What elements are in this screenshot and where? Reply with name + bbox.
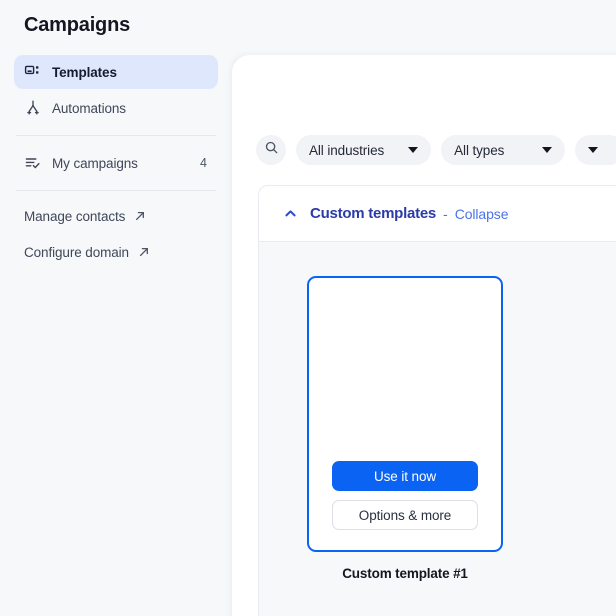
sidebar-item-my-campaigns[interactable]: My campaigns 4 — [14, 146, 218, 180]
filter-all-types[interactable]: All types — [441, 135, 566, 165]
chevron-down-icon — [542, 147, 553, 153]
filter-bar: All industries All types — [256, 135, 616, 165]
template-preview-card[interactable]: Use it now Options & more — [307, 276, 503, 552]
sidebar-item-label: Automations — [52, 100, 126, 116]
sidebar: Templates Automations My campaigns 4 Man… — [0, 55, 232, 616]
filter-third[interactable] — [575, 135, 616, 165]
chevron-down-icon — [588, 147, 599, 153]
sidebar-link-label: Configure domain — [24, 244, 129, 260]
sidebar-item-label: Templates — [52, 64, 117, 80]
use-it-now-button[interactable]: Use it now — [332, 461, 478, 491]
search-icon — [264, 140, 279, 160]
sidebar-link-label: Manage contacts — [24, 208, 126, 224]
list-check-icon — [24, 154, 42, 172]
template-item: Use it now Options & more Custom templat… — [307, 276, 503, 581]
chevron-up-icon[interactable] — [283, 206, 298, 221]
section-header: Custom templates - Collapse — [259, 186, 616, 242]
collapse-link[interactable]: Collapse — [455, 206, 509, 222]
options-and-more-button[interactable]: Options & more — [332, 500, 478, 530]
layout-template-icon — [24, 63, 42, 81]
search-button[interactable] — [256, 135, 286, 165]
custom-templates-section: Custom templates - Collapse Use it now O… — [258, 185, 616, 616]
filter-all-industries[interactable]: All industries — [296, 135, 432, 165]
chevron-down-icon — [408, 147, 419, 153]
template-actions: Use it now Options & more — [309, 461, 501, 530]
sidebar-link-configure-domain[interactable]: Configure domain — [14, 237, 218, 267]
sidebar-item-templates[interactable]: Templates — [14, 55, 218, 89]
campaigns-page: Campaigns Templates Automations My campa… — [0, 0, 616, 616]
sidebar-link-manage-contacts[interactable]: Manage contacts — [14, 201, 218, 231]
sidebar-item-automations[interactable]: Automations — [14, 91, 218, 125]
template-name: Custom template #1 — [342, 566, 468, 581]
templates-grid: Use it now Options & more Custom templat… — [259, 242, 616, 581]
sidebar-item-count: 4 — [200, 156, 207, 170]
main-panel: All industries All types Custom template… — [232, 55, 616, 616]
sidebar-divider-2 — [16, 190, 216, 191]
filter-label: All types — [454, 142, 505, 158]
external-link-icon — [134, 210, 146, 222]
sidebar-divider-1 — [16, 135, 216, 136]
sidebar-item-label: My campaigns — [52, 155, 138, 171]
external-link-icon — [138, 246, 150, 258]
section-separator: - — [443, 205, 448, 222]
automation-branch-icon — [24, 99, 42, 117]
filter-label: All industries — [309, 142, 385, 158]
page-title: Campaigns — [24, 14, 131, 36]
section-title: Custom templates — [310, 205, 437, 222]
